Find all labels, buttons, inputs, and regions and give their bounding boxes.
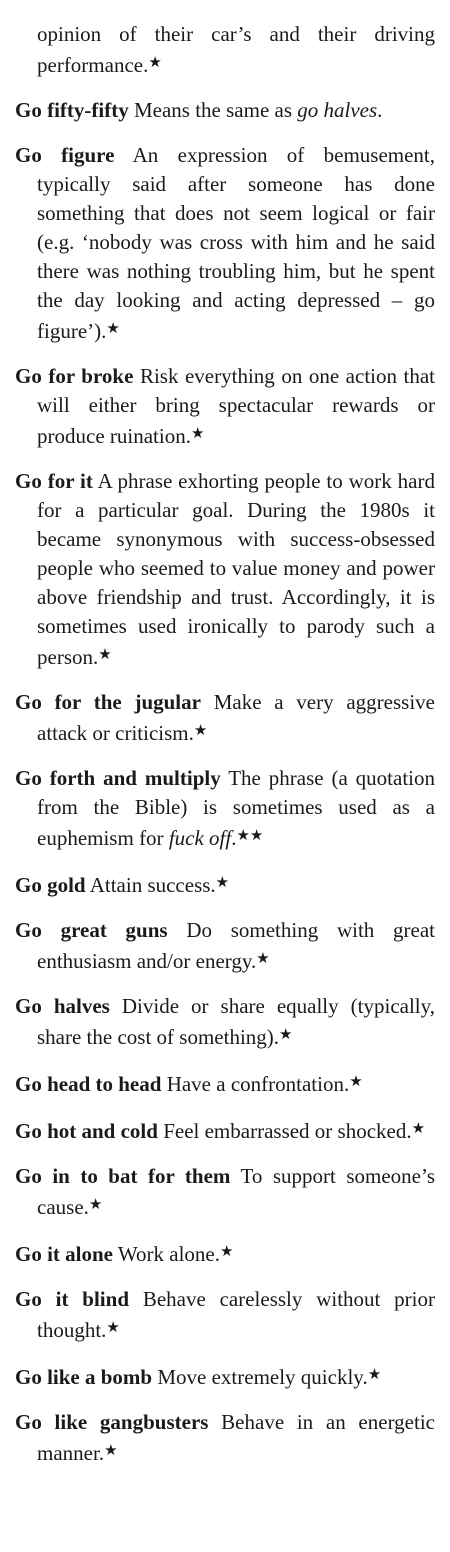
rating-stars: ★ xyxy=(106,321,120,337)
entry-definition: Work alone. xyxy=(113,1242,220,1266)
entry-term: Go for broke xyxy=(15,364,134,388)
rating-stars: ★ xyxy=(88,1197,103,1213)
dictionary-entry: Go fifty-fifty Means the same as go halv… xyxy=(15,96,435,125)
rating-stars: ★ xyxy=(148,55,162,71)
entry-term: Go halves xyxy=(15,994,110,1018)
entry-cross-reference: go halves xyxy=(297,98,378,122)
dictionary-entry-continued: opinion of their car’s and their driving… xyxy=(15,20,435,80)
dictionary-entry: Go forth and multiply The phrase (a quo­… xyxy=(15,764,435,853)
dictionary-entry: Go in to bat for them To support some­on… xyxy=(15,1162,435,1222)
dictionary-entry: Go like a bomb Move extremely quickly.★ xyxy=(15,1361,435,1392)
rating-stars: ★ xyxy=(193,723,208,739)
rating-stars: ★ xyxy=(190,426,205,442)
entry-term: Go for the jugular xyxy=(15,690,201,714)
entry-term: Go great guns xyxy=(15,918,168,942)
entry-term: Go it alone xyxy=(15,1242,113,1266)
entry-term: Go figure xyxy=(15,143,115,167)
dictionary-entry: Go figure An expression of bemusement, t… xyxy=(15,141,435,346)
entry-definition: opinion of their car’s and their driving… xyxy=(37,22,435,77)
dictionary-entry: Go it alone Work alone.★ xyxy=(15,1238,435,1269)
rating-stars: ★ xyxy=(349,1074,363,1090)
dictionary-entry: Go head to head Have a confrontation.★ xyxy=(15,1068,435,1099)
rating-stars: ★ xyxy=(106,1320,120,1336)
rating-stars: ★ xyxy=(256,951,270,967)
entry-definition: Feel embarrassed or shocked. xyxy=(157,1119,412,1143)
entry-definition: A phrase exhorting people to work hard f… xyxy=(37,469,435,669)
rating-stars: ★ xyxy=(219,1244,234,1260)
entry-term: Go gold xyxy=(15,873,86,897)
dictionary-entry: Go halves Divide or share equally (typi­… xyxy=(15,992,435,1052)
entry-definition: Have a confrontation. xyxy=(161,1072,350,1096)
rating-stars: ★ xyxy=(104,1443,118,1459)
entry-term: Go it blind xyxy=(15,1287,129,1311)
entry-punctuation: . xyxy=(377,98,383,122)
dictionary-entry: Go hot and cold Feel embarrassed or shoc… xyxy=(15,1115,435,1146)
rating-stars: ★★ xyxy=(236,828,264,844)
entry-definition: An expression of bemusement, typically s… xyxy=(37,143,436,343)
entry-definition: Move extremely quickly. xyxy=(152,1365,368,1389)
entry-definition: Means the same as xyxy=(128,98,298,122)
entry-term: Go forth and multiply xyxy=(15,766,221,790)
entry-cross-reference: fuck off xyxy=(168,826,232,850)
entry-term: Go head to head xyxy=(15,1072,162,1096)
entry-definition: Attain success. xyxy=(85,873,216,897)
dictionary-entry: Go gold Attain success.★ xyxy=(15,869,435,900)
dictionary-entry: Go it blind Behave carelessly without pr… xyxy=(15,1285,435,1345)
rating-stars: ★ xyxy=(215,875,230,891)
entry-term: Go in to bat for them xyxy=(15,1164,231,1188)
rating-stars: ★ xyxy=(279,1027,293,1043)
entry-term: Go hot and cold xyxy=(15,1119,158,1143)
dictionary-page: opinion of their car’s and their driving… xyxy=(15,20,435,1484)
dictionary-entry: Go like gangbusters Behave in an ener­ge… xyxy=(15,1408,435,1468)
rating-stars: ★ xyxy=(411,1121,426,1137)
rating-stars: ★ xyxy=(367,1367,382,1383)
rating-stars: ★ xyxy=(98,647,112,663)
entry-term: Go fifty-fifty xyxy=(15,98,129,122)
dictionary-entry: Go for it A phrase exhorting people to w… xyxy=(15,467,435,672)
dictionary-entry: Go for broke Risk everything on one acti… xyxy=(15,362,435,451)
entry-term: Go for it xyxy=(15,469,93,493)
entry-term: Go like gangbusters xyxy=(15,1410,209,1434)
entry-term: Go like a bomb xyxy=(15,1365,153,1389)
dictionary-entry: Go for the jugular Make a very aggressiv… xyxy=(15,688,435,748)
dictionary-entry: Go great guns Do something with great en… xyxy=(15,916,435,976)
